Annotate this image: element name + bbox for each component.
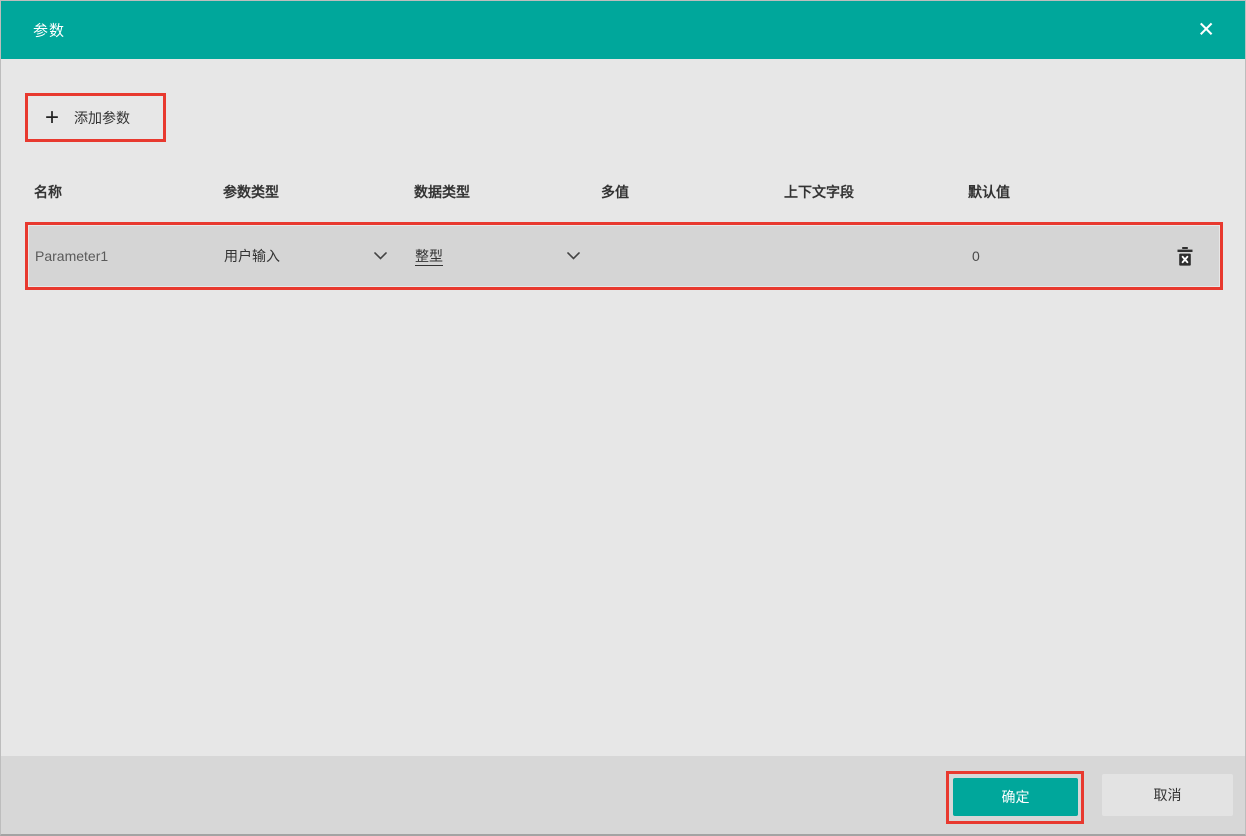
param-type-value: 用户输入: [224, 248, 280, 264]
parameter-row-highlight: Parameter1 用户输入 整型 0: [25, 222, 1223, 290]
ok-button[interactable]: 确定: [953, 778, 1078, 816]
chevron-down-icon: [374, 252, 387, 260]
parameters-dialog: 参数 ✕ + 添加参数 名称 参数类型 数据类型 多值 上下文字段 默认值 Pa…: [0, 0, 1246, 836]
add-parameter-highlight: + 添加参数: [25, 93, 166, 142]
table-header-row: 名称 参数类型 数据类型 多值 上下文字段 默认值: [34, 182, 1219, 202]
add-parameter-button[interactable]: + 添加参数: [28, 96, 163, 139]
default-value[interactable]: 0: [969, 248, 1177, 264]
parameter-name-value[interactable]: Parameter1: [35, 248, 224, 264]
table-row: Parameter1 用户输入 整型 0: [29, 226, 1219, 286]
header-multi-value: 多值: [601, 184, 629, 200]
dialog-header: 参数 ✕: [1, 1, 1245, 59]
header-context-field: 上下文字段: [784, 184, 854, 200]
param-type-dropdown[interactable]: 用户输入: [224, 246, 415, 266]
dialog-title: 参数: [33, 22, 66, 40]
chevron-down-icon: [567, 252, 580, 260]
header-name: 名称: [34, 184, 62, 200]
header-data-type: 数据类型: [414, 184, 470, 200]
header-param-type: 参数类型: [223, 184, 279, 200]
add-parameter-label: 添加参数: [74, 109, 131, 126]
cancel-button[interactable]: 取消: [1102, 774, 1233, 816]
trash-delete-icon[interactable]: [1177, 246, 1193, 266]
header-default-value: 默认值: [968, 184, 1010, 200]
plus-icon: +: [45, 103, 60, 131]
data-type-value: 整型: [415, 248, 443, 264]
data-type-dropdown[interactable]: 整型: [415, 246, 602, 266]
delete-cell: [1177, 246, 1219, 266]
close-icon[interactable]: ✕: [1197, 20, 1215, 41]
